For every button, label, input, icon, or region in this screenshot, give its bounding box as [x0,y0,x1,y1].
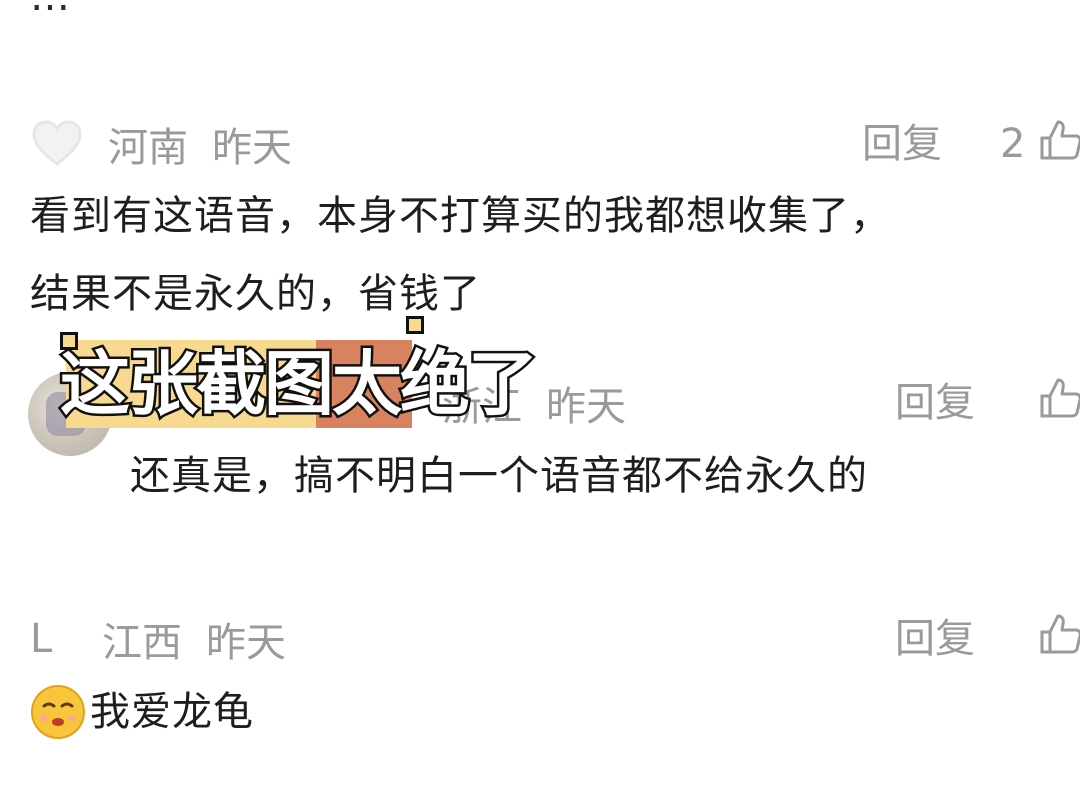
banner-overlay: 这张截图太绝了 [58,316,541,432]
comment-1-text-line-1: 看到有这语音，本身不打算买的我都想收集了， [30,193,891,239]
comment-3-meta: 江西 昨天 [102,614,286,666]
comment-2-reply-button[interactable]: 回复 [895,378,975,428]
banner-text: 这张截图太绝了 [58,342,541,427]
comment-3-text: 我爱龙龟 [90,689,254,735]
heart-outline-icon [32,120,82,166]
comment-2-text: 还真是，搞不明白一个语音都不给永久的 [130,453,868,499]
thumbs-up-icon[interactable] [1038,376,1080,420]
comment-3-reply-button[interactable]: 回复 [895,614,975,664]
thumbs-up-icon[interactable] [1038,612,1080,656]
comment-3-region: 江西 [102,620,182,666]
comment-1-region: 河南 [108,125,188,171]
comment-3-time: 昨天 [206,620,286,666]
comment-1-like-count: 2 [1000,121,1026,167]
comment-2-time: 昨天 [546,384,626,430]
shushing-face-emoji-icon [31,685,85,739]
partial-comment-text: … [30,0,71,20]
thumbs-up-icon[interactable] [1038,118,1080,162]
comment-1-meta: 河南 昨天 [108,119,292,171]
comment-1-time: 昨天 [212,125,292,171]
comment-1-reply-button[interactable]: 回复 [862,119,942,169]
banner-corner-handle [406,316,424,334]
comment-3-user-initial: L [30,616,53,662]
comment-feed: … 河南 昨天 回复 2 看到有这语音，本身不打算买的我都想收集了， 结果不是永… [0,0,1080,809]
